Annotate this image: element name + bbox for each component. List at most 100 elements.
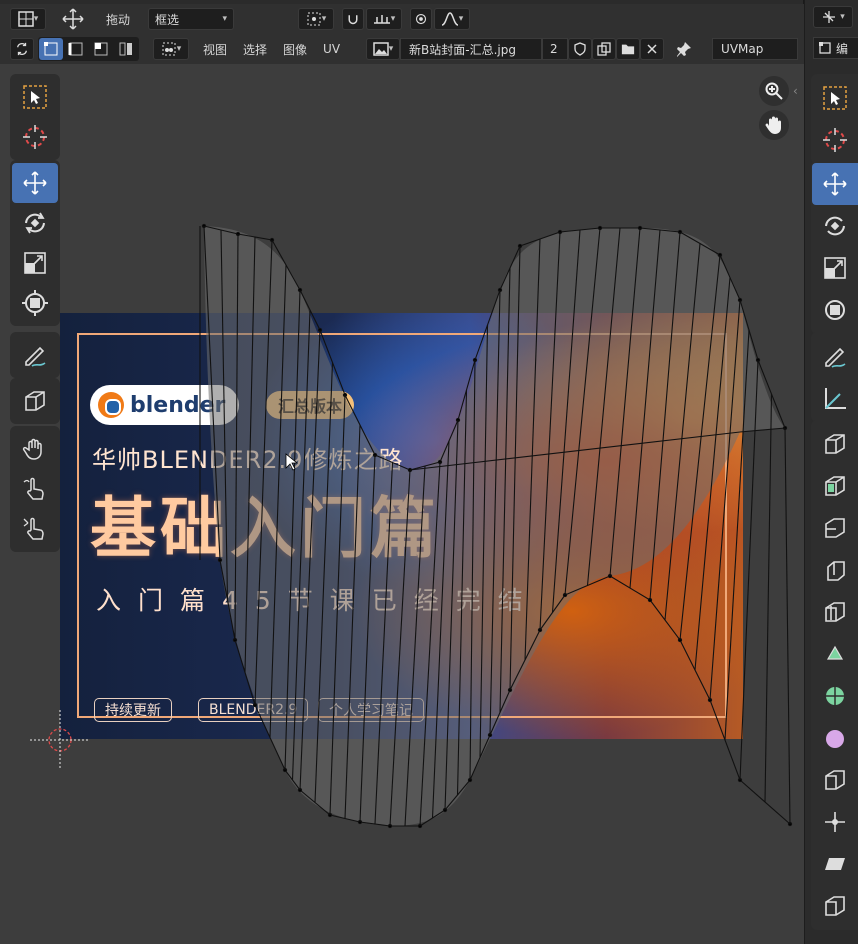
transform-icon (824, 300, 845, 320)
tool-relax[interactable] (12, 469, 58, 509)
vertex-select-button[interactable] (39, 38, 63, 60)
image-course-line: 入门篇45节课已经完结 (96, 586, 540, 615)
uv-map-field[interactable]: UVMap (712, 38, 799, 60)
left-toolbar-transform (10, 160, 60, 326)
chevron-down-icon: ▾ (321, 14, 327, 24)
sync-selection-toggle[interactable] (10, 38, 34, 60)
pin-icon (677, 42, 692, 57)
open-image-button[interactable] (616, 38, 641, 60)
sidebar-toggle-arrow-icon[interactable]: ‹ (793, 84, 798, 98)
chevron-down-icon: ▾ (458, 14, 464, 24)
right-tool-inset[interactable] (812, 507, 858, 549)
right-tool-poly-build[interactable] (812, 633, 858, 675)
unlink-image-button[interactable] (640, 38, 665, 60)
right-tool-edge-slide[interactable] (812, 759, 858, 801)
right-mode-dropdown[interactable]: 编 (813, 37, 858, 59)
image-name-field[interactable]: 新B站封面-汇总.jpg (400, 38, 543, 60)
right-tool-spin[interactable] (812, 675, 858, 717)
right-tool-smooth[interactable] (812, 717, 858, 759)
cursor-icon (23, 125, 47, 149)
right-tool-rip[interactable] (812, 885, 858, 927)
right-tool-bevel[interactable] (812, 549, 858, 591)
zoom-gizmo[interactable] (759, 76, 789, 106)
left-toolbar-cube (10, 378, 60, 424)
snap-toggle[interactable] (342, 8, 365, 30)
uv-viewport[interactable]: blender 汇总版本 华帅BLENDER2.9修炼之路 基础入门篇 入门篇4… (0, 64, 804, 944)
scale-icon (823, 257, 846, 279)
left-toolbar-select (10, 74, 60, 160)
proportional-edit-toggle[interactable] (410, 8, 433, 30)
tool-select-box[interactable] (12, 77, 58, 117)
right-tool-cursor[interactable] (812, 119, 858, 161)
menu-uv[interactable]: UV (315, 42, 348, 56)
tool-cube[interactable] (12, 381, 58, 421)
right-editor-type-button[interactable]: ▾ (813, 6, 853, 28)
right-tool-shear[interactable] (812, 843, 858, 885)
move-tool-header-icon[interactable] (58, 8, 88, 30)
tool-move[interactable] (12, 163, 58, 203)
right-tool-loop-cut[interactable] (812, 591, 858, 633)
right-tool-annotate[interactable] (812, 335, 858, 377)
right-tool-select-box[interactable] (812, 77, 858, 119)
island-select-button[interactable] (114, 38, 138, 60)
face-select-button[interactable] (89, 38, 113, 60)
shrink-icon (824, 812, 845, 832)
cube-icon (25, 391, 45, 411)
edge-select-button[interactable] (64, 38, 88, 60)
tool-pinch[interactable] (12, 509, 58, 549)
tool-grab[interactable] (12, 429, 58, 469)
tool-cursor[interactable] (12, 117, 58, 157)
right-tool-rotate[interactable] (812, 205, 858, 247)
vertex-select-icon (44, 42, 58, 56)
grab-icon (22, 438, 42, 460)
tool-rotate[interactable] (12, 203, 58, 243)
uv-background-image: blender 汇总版本 华帅BLENDER2.9修炼之路 基础入门篇 入门篇4… (60, 313, 743, 739)
pan-gizmo[interactable] (759, 110, 789, 140)
right-tool-scale[interactable] (812, 247, 858, 289)
chip-updating: 持续更新 (94, 698, 172, 722)
uv-editor-icon (17, 11, 34, 27)
tool-transform[interactable] (12, 283, 58, 323)
right-tool-measure[interactable] (812, 377, 858, 419)
blender-app: ▾ 拖动 框选 ▾ ▾ ▾ ▾ ▾ 视图 选择 图像 UV ▾ 新B站封面-汇总… (0, 0, 858, 944)
right-toolbar-annotate (811, 332, 858, 422)
bevel-icon (826, 561, 845, 581)
shield-icon (574, 42, 586, 56)
left-toolbar-sculpt (10, 426, 60, 552)
menu-view[interactable]: 视图 (195, 41, 235, 58)
fake-user-button[interactable] (568, 38, 593, 60)
spin-icon (825, 687, 844, 705)
new-image-button[interactable] (592, 38, 617, 60)
edit-mode-icon (819, 42, 831, 54)
image-subtitle: 华帅BLENDER2.9修炼之路 (92, 446, 404, 474)
chip-notes: 个人学习笔记 (318, 698, 424, 722)
select-mode-dropdown[interactable]: 框选 ▾ (148, 8, 235, 30)
editor-type-button[interactable]: ▾ (10, 8, 46, 30)
right-tool-transform[interactable] (812, 289, 858, 331)
pivot-point-dropdown[interactable]: ▾ (298, 8, 335, 30)
chevron-down-icon: ▾ (222, 14, 228, 24)
menu-select[interactable]: 选择 (235, 41, 275, 58)
uv-map-name: UVMap (721, 42, 764, 56)
snap-target-dropdown[interactable]: ▾ (366, 8, 403, 30)
right-mode-label: 编 (836, 41, 849, 56)
right-tool-add-cube[interactable] (812, 423, 858, 465)
transform-icon (22, 290, 48, 316)
tool-scale[interactable] (12, 243, 58, 283)
menu-image[interactable]: 图像 (275, 41, 315, 58)
right-tool-extrude[interactable] (812, 465, 858, 507)
pin-toggle[interactable] (672, 38, 696, 60)
move-icon (62, 8, 84, 30)
right-tool-move[interactable] (811, 163, 858, 205)
falloff-dropdown[interactable]: ▾ (434, 8, 471, 30)
right-tool-shrink[interactable] (812, 801, 858, 843)
island-select-icon (119, 42, 132, 56)
chevron-down-icon: ▾ (176, 44, 182, 54)
image-users-value: 2 (550, 42, 558, 56)
blender-logo-icon (98, 392, 124, 418)
image-users-count[interactable]: 2 (542, 38, 569, 60)
proportional-edit-icon (415, 13, 427, 25)
image-browse-button[interactable]: ▾ (366, 38, 401, 60)
sticky-select-dropdown[interactable]: ▾ (153, 38, 189, 60)
tool-annotate[interactable] (12, 335, 58, 375)
